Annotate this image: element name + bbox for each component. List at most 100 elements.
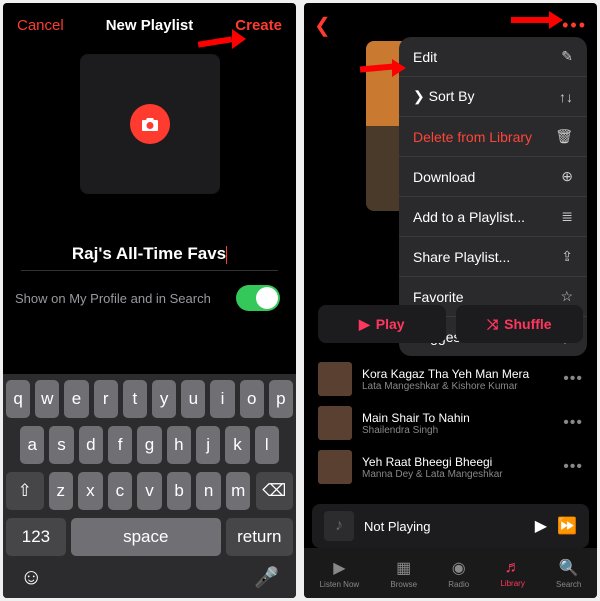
show-on-profile-toggle[interactable] [236,285,280,311]
tab-search[interactable]: 🔍 Search [556,558,581,589]
create-button[interactable]: Create [235,17,282,34]
play-icon[interactable]: ▶ [535,516,547,536]
tab-browse[interactable]: ▦ Browse [390,558,417,589]
menu-item-add-to-a-playlist-[interactable]: Add to a Playlist...≣ [399,197,587,237]
keyboard: qwertyuiop asdfghjkl ⇧ zxcvbnm ⌫ 123 spa… [3,374,296,598]
radio-icon: ◉ [452,558,466,578]
track-row[interactable]: Kora Kagaz Tha Yeh Man MeraLata Mangeshk… [304,357,597,401]
backspace-key[interactable]: ⌫ [256,472,294,510]
tab-label: Listen Now [320,580,360,589]
return-key[interactable]: return [226,518,293,556]
cover-art-placeholder[interactable] [80,54,220,194]
browse-icon: ▦ [396,558,411,578]
now-playing-thumb: ♪ [324,511,354,541]
menu-item-edit[interactable]: Edit✎ [399,37,587,77]
forward-icon[interactable]: ⏩ [557,516,577,536]
key-i[interactable]: i [210,380,234,418]
track-row[interactable]: Yeh Raat Bheegi BheegiManna Dey & Lata M… [304,445,597,489]
tab-label: Browse [390,580,417,589]
key-p[interactable]: p [269,380,293,418]
track-name: Main Shair To Nahin [362,411,553,425]
cancel-button[interactable]: Cancel [17,17,64,34]
header: Cancel New Playlist Create [3,3,296,44]
key-c[interactable]: c [108,472,133,510]
download-icon: ⊕ [561,168,573,185]
now-playing-bar[interactable]: ♪ Not Playing ▶ ⏩ [312,504,589,548]
key-m[interactable]: m [226,472,251,510]
key-s[interactable]: s [49,426,73,464]
key-o[interactable]: o [240,380,264,418]
playlist-name-text: Raj's All-Time Favs [72,244,226,263]
show-on-profile-label: Show on My Profile and in Search [15,291,211,306]
play-icon: ▶ [359,316,370,333]
space-key[interactable]: space [71,518,221,556]
text-caret [226,246,227,264]
menu-item-sort-by[interactable]: ❯ Sort By↑↓ [399,77,587,117]
show-on-profile-row: Show on My Profile and in Search [3,271,296,325]
key-k[interactable]: k [225,426,249,464]
sort-by-icon: ↑↓ [559,89,573,105]
key-w[interactable]: w [35,380,59,418]
key-r[interactable]: r [94,380,118,418]
back-button[interactable]: ❮ [314,13,331,38]
key-q[interactable]: q [6,380,30,418]
playlist-detail-screen: ❮ ••• Ra Edit✎❯ Sort By↑↓Delete from Lib… [304,3,597,598]
track-name: Yeh Raat Bheegi Bheegi [362,455,553,469]
tab-label: Radio [448,580,469,589]
key-d[interactable]: d [79,426,103,464]
track-thumb [318,450,352,484]
track-artist: Lata Mangeshkar & Kishore Kumar [362,381,553,392]
key-j[interactable]: j [196,426,220,464]
search-icon: 🔍 [559,558,579,578]
new-playlist-screen: Cancel New Playlist Create Raj's All-Tim… [3,3,296,598]
key-u[interactable]: u [181,380,205,418]
track-more-button[interactable]: ••• [563,458,583,476]
track-name: Kora Kagaz Tha Yeh Man Mera [362,367,553,381]
menu-item-download[interactable]: Download⊕ [399,157,587,197]
tab-label: Library [500,579,524,588]
shuffle-icon: ⤨ [487,316,498,333]
key-v[interactable]: v [137,472,162,510]
key-z[interactable]: z [49,472,74,510]
track-list: Kora Kagaz Tha Yeh Man MeraLata Mangeshk… [304,357,597,489]
more-button[interactable]: ••• [562,15,587,36]
track-more-button[interactable]: ••• [563,414,583,432]
add-to-a-playlist--icon: ≣ [561,208,573,225]
menu-item-share-playlist-[interactable]: Share Playlist...⇪ [399,237,587,277]
key-f[interactable]: f [108,426,132,464]
camera-icon [130,104,170,144]
playlist-name-input[interactable]: Raj's All-Time Favs [21,204,278,271]
track-artist: Shailendra Singh [362,425,553,436]
tab-radio[interactable]: ◉ Radio [448,558,469,589]
key-e[interactable]: e [64,380,88,418]
delete-from-library-icon: 🗑 [555,128,573,145]
numbers-key[interactable]: 123 [6,518,66,556]
share-playlist--icon: ⇪ [561,248,573,265]
dictation-key[interactable]: 🎤 [254,565,279,590]
track-artist: Manna Dey & Lata Mangeshkar [362,469,553,480]
tab-listen-now[interactable]: ▶Listen Now [320,558,360,589]
key-b[interactable]: b [167,472,192,510]
menu-item-delete-from-library[interactable]: Delete from Library🗑 [399,117,587,157]
key-y[interactable]: y [152,380,176,418]
key-a[interactable]: a [20,426,44,464]
track-row[interactable]: Main Shair To NahinShailendra Singh ••• [304,401,597,445]
annotation-arrow-more [511,11,563,29]
library-icon: ♬ [505,559,521,577]
key-x[interactable]: x [78,472,103,510]
emoji-key[interactable]: ☺ [20,564,42,590]
track-more-button[interactable]: ••• [563,370,583,388]
edit-icon: ✎ [561,48,573,65]
tab-label: Search [556,580,581,589]
key-l[interactable]: l [255,426,279,464]
key-t[interactable]: t [123,380,147,418]
key-h[interactable]: h [167,426,191,464]
shuffle-button[interactable]: ⤨Shuffle [456,305,584,343]
shift-key[interactable]: ⇧ [6,472,44,510]
key-g[interactable]: g [137,426,161,464]
favorite-icon: ☆ [560,288,573,305]
track-thumb [318,406,352,440]
play-button[interactable]: ▶Play [318,305,446,343]
tab-library[interactable]: ♬ Library [500,559,524,588]
key-n[interactable]: n [196,472,221,510]
